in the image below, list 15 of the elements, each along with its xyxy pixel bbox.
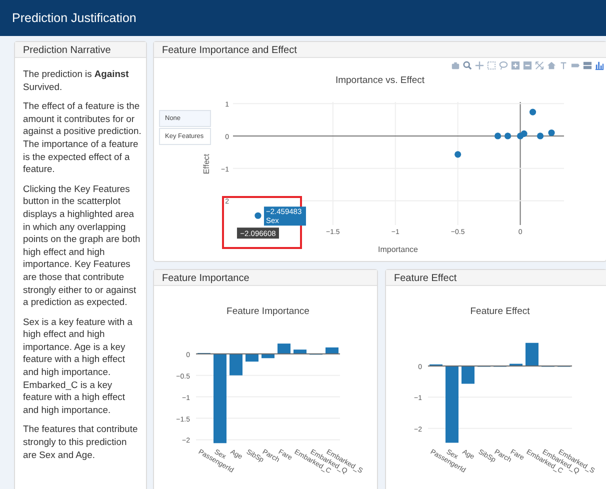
panel-title: Feature Importance — [154, 270, 377, 286]
panel-title: Feature Effect — [386, 270, 606, 286]
page-title: Prediction Justification — [12, 11, 136, 25]
y-axis-label: Effect — [202, 154, 211, 174]
narrative-paragraph: The effect of a feature is the amount it contributes for or against a positive prediction. The importance of a feature is the expected effect of a feature. — [23, 100, 142, 176]
narrative-paragraph: Sex is a key feature with a high effect and high importance. Age is a key feature with a high effect and high importance. Embarked_C is a key feature with a high effect and high importance. — [23, 316, 134, 416]
narrative-paragraph: The prediction is Against Survived. — [23, 68, 130, 94]
chart-title: Feature Importance — [226, 306, 310, 317]
panel-title: Feature Importance and Effect — [154, 42, 606, 58]
narrative-paragraph: The features that contribute strongly to this prediction are Sex and Age. — [23, 423, 139, 462]
panel-title: Prediction Narrative — [15, 42, 146, 58]
narrative-paragraph: Clicking the Key Features button in the scatterplot displays a highlighted area in which any overlapping points on the graph are both high effect and high importance. Key Features are those that contribute strongly either to or against a prediction as expected. — [23, 182, 142, 309]
chart-title: Feature Effect — [470, 306, 530, 317]
chart-title: Importance vs. Effect — [335, 75, 425, 86]
x-axis-label: Importance — [378, 245, 418, 254]
